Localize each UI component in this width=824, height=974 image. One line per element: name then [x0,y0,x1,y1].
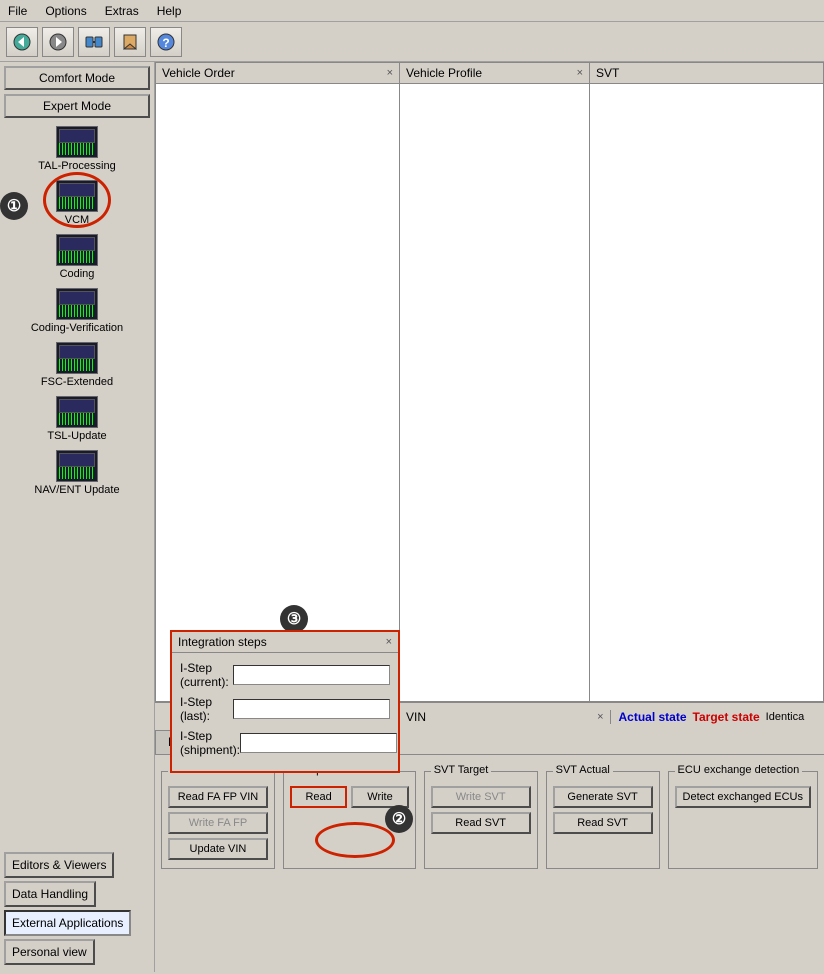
bookmark-button[interactable] [114,27,146,57]
menu-bar: File Options Extras Help [0,0,824,22]
read-fa-fp-vin-button[interactable]: Read FA FP VIN [168,786,268,808]
data-handling-button[interactable]: Data Handling [4,881,96,907]
ecu-exchange-title: ECU exchange detection [675,764,803,776]
sidebar-bottom: Editors & Viewers Data Handling External… [4,852,150,968]
istep-last-row: I-Step (last): [180,695,390,723]
svt-title: SVT [596,66,619,80]
external-applications-button[interactable]: External Applications [4,910,131,936]
istep-last-input[interactable] [233,699,390,719]
personal-view-button[interactable]: Personal view [4,939,95,965]
step-3-badge: ③ [280,605,308,633]
integration-steps-header: Integration steps × [172,632,398,653]
sidebar-item-nav-ent-update[interactable]: NAV/ENT Update [4,446,150,500]
coding-verification-icon [56,288,98,320]
vehicle-order-body [156,84,399,701]
main-layout: Comfort Mode Expert Mode TAL-Processing … [0,62,824,972]
vehicle-order-panel: Vehicle Order × [155,62,400,702]
vehicle-profile-header: Vehicle Profile × [400,63,589,84]
menu-file[interactable]: File [4,2,31,20]
istep-shipment-label: I-Step (shipment): [180,729,240,757]
step-1-badge: ① [0,192,28,220]
vehicle-profile-title: Vehicle Profile [406,66,482,80]
state-legend: Actual state Target state Identica [611,710,824,724]
fsc-extended-icon [56,342,98,374]
svt-panel: SVT [590,62,824,702]
sidebar-item-fsc-extended[interactable]: FSC-Extended [4,338,150,392]
sidebar-item-tsl-update[interactable]: TSL-Update [4,392,150,446]
menu-options[interactable]: Options [41,2,90,20]
sidebar-item-coding[interactable]: Coding [4,230,150,284]
istep-current-row: I-Step (current): [180,661,390,689]
ecu-exchange-group: ECU exchange detection Detect exchanged … [668,771,818,869]
nav-ent-update-icon [56,450,98,482]
tsl-update-icon [56,396,98,428]
svt-target-group: SVT Target Write SVT Read SVT [424,771,538,869]
vehicle-order-header: Vehicle Order × [156,63,399,84]
target-state-label: Target state [693,710,760,724]
fa-fp-vin-group: FA FP VIN Read FA FP VIN Write FA FP Upd… [161,771,275,869]
write-svt-button[interactable]: Write SVT [431,786,531,808]
vehicle-order-title: Vehicle Order [162,66,235,80]
expert-mode-button[interactable]: Expert Mode [4,94,150,118]
coding-icon [56,234,98,266]
fsc-extended-label: FSC-Extended [41,376,113,388]
vin-title: VIN [406,710,426,724]
comfort-mode-button[interactable]: Comfort Mode [4,66,150,90]
svt-body [590,84,823,701]
menu-extras[interactable]: Extras [101,2,143,20]
svt-actual-title: SVT Actual [553,764,613,776]
tsl-update-label: TSL-Update [47,430,106,442]
integration-steps-close[interactable]: × [386,636,392,648]
back-button[interactable] [6,27,38,57]
sidebar-item-tal-processing[interactable]: TAL-Processing [4,122,150,176]
identical-label: Identica [766,711,805,723]
svg-text:?: ? [162,36,169,50]
svt-target-title: SVT Target [431,764,492,776]
nav-ent-update-label: NAV/ENT Update [34,484,119,496]
panels-row: Vehicle Order × Vehicle Profile × SVT [155,62,824,702]
vin-close[interactable]: × [597,711,603,723]
write-fa-fp-button[interactable]: Write FA FP [168,812,268,834]
generate-svt-button[interactable]: Generate SVT [553,786,653,808]
read-svt-actual-button[interactable]: Read SVT [553,812,653,834]
step-2-badge: ② [385,805,413,833]
vehicle-profile-body [400,84,589,701]
content-area: Vehicle Order × Vehicle Profile × SVT [155,62,824,972]
integration-steps-title: Integration steps [178,635,267,649]
sidebar-item-coding-verification[interactable]: Coding-Verification [4,284,150,338]
svt-actual-group: SVT Actual Generate SVT Read SVT [546,771,660,869]
integration-steps-body: I-Step (current): I-Step (last): I-Step … [172,653,398,771]
vehicle-profile-panel: Vehicle Profile × [400,62,590,702]
forward-button[interactable] [42,27,74,57]
vcm-label: VCM [65,214,89,226]
coding-verification-label: Coding-Verification [31,322,123,334]
vehicle-order-close[interactable]: × [387,67,393,79]
istep-current-label: I-Step (current): [180,661,233,689]
toolbar: ? [0,22,824,62]
istep-last-label: I-Step (last): [180,695,233,723]
menu-help[interactable]: Help [153,2,186,20]
vehicle-profile-close[interactable]: × [577,67,583,79]
tal-processing-icon [56,126,98,158]
vcm-icon [56,180,98,212]
read-isteps-button[interactable]: Read [290,786,347,808]
istep-shipment-input[interactable] [240,733,397,753]
update-vin-button[interactable]: Update VIN [168,838,268,860]
actual-state-label: Actual state [619,710,687,724]
tab-content: FA FP VIN Read FA FP VIN Write FA FP Upd… [155,755,824,875]
editors-viewers-button[interactable]: Editors & Viewers [4,852,114,878]
svt-header: SVT [590,63,823,84]
integration-steps-box: Integration steps × I-Step (current): I-… [170,630,400,773]
detect-exchanged-ecus-button[interactable]: Detect exchanged ECUs [675,786,811,808]
istep-current-input[interactable] [233,665,390,685]
help-button[interactable]: ? [150,27,182,57]
coding-label: Coding [60,268,95,280]
read-svt-target-button[interactable]: Read SVT [431,812,531,834]
vin-panel: VIN × [400,710,611,724]
istep-shipment-row: I-Step (shipment): [180,729,390,757]
connect-button[interactable] [78,27,110,57]
tal-processing-label: TAL-Processing [38,160,115,172]
